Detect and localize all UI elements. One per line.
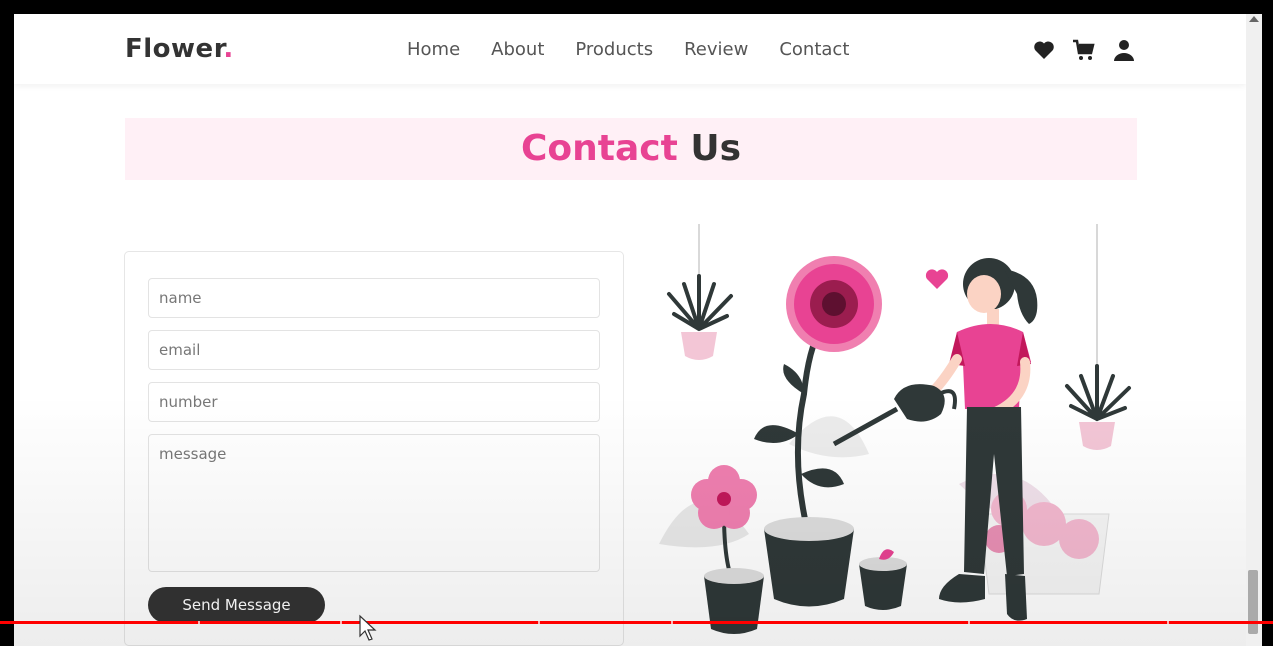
brand-dot: . bbox=[223, 34, 234, 64]
header-icons bbox=[1032, 38, 1136, 62]
brand-name: Flower bbox=[125, 34, 224, 64]
scrollbar-thumb[interactable] bbox=[1248, 570, 1258, 634]
number-input[interactable] bbox=[148, 382, 600, 422]
email-input[interactable] bbox=[148, 330, 600, 370]
nav-about[interactable]: About bbox=[491, 39, 544, 60]
video-progress-bar[interactable] bbox=[0, 621, 1273, 624]
nav-products[interactable]: Products bbox=[575, 39, 653, 60]
gardening-illustration bbox=[659, 224, 1131, 634]
message-textarea[interactable] bbox=[148, 434, 600, 572]
nav-review[interactable]: Review bbox=[684, 39, 748, 60]
heart-icon[interactable] bbox=[1032, 38, 1056, 62]
contact-form: Send Message bbox=[124, 251, 624, 646]
page-viewport: Flower. Home About Products Review Conta… bbox=[14, 14, 1246, 646]
scroll-up-icon[interactable] bbox=[1249, 16, 1259, 22]
section-heading: Contact Us bbox=[125, 118, 1137, 180]
heading-rest: Us bbox=[677, 128, 742, 169]
send-message-button[interactable]: Send Message bbox=[148, 587, 325, 623]
nav-home[interactable]: Home bbox=[407, 39, 460, 60]
site-header: Flower. Home About Products Review Conta… bbox=[14, 14, 1246, 84]
nav-contact[interactable]: Contact bbox=[779, 39, 849, 60]
heading-accent: Contact bbox=[520, 128, 678, 169]
vertical-scrollbar[interactable] bbox=[1246, 14, 1262, 646]
main-nav: Home About Products Review Contact bbox=[407, 39, 880, 60]
name-input[interactable] bbox=[148, 278, 600, 318]
cart-icon[interactable] bbox=[1072, 38, 1096, 62]
user-icon[interactable] bbox=[1112, 38, 1136, 62]
hanging-plant-left bbox=[667, 274, 733, 360]
brand-logo[interactable]: Flower. bbox=[125, 34, 234, 64]
mouse-cursor-icon bbox=[359, 614, 377, 641]
